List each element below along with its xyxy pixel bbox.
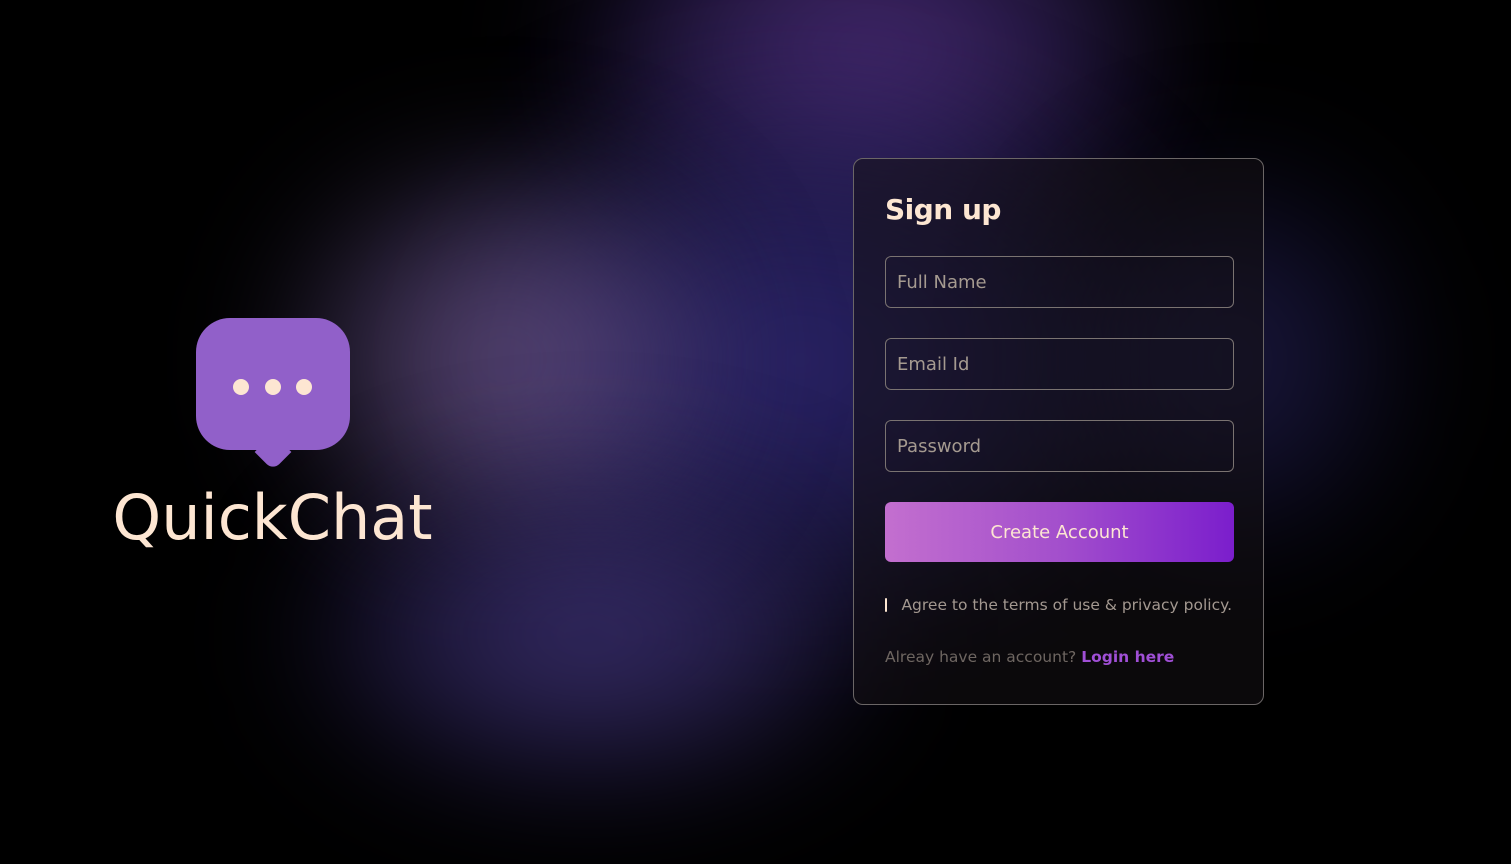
signup-title: Sign up — [885, 193, 1001, 226]
full-name-input[interactable] — [885, 256, 1234, 308]
login-prompt-row: Alreay have an account? Login here — [885, 648, 1232, 666]
terms-agreement-row: Agree to the terms of use & privacy poli… — [885, 596, 1232, 614]
signup-card: Sign up Create Account Agree to the term… — [853, 158, 1264, 705]
terms-label: Agree to the terms of use & privacy poli… — [901, 596, 1232, 614]
terms-checkbox[interactable] — [885, 598, 888, 612]
create-account-button[interactable]: Create Account — [885, 502, 1234, 562]
login-here-link[interactable]: Login here — [1081, 648, 1174, 666]
brand-name: QuickChat — [112, 481, 433, 554]
typing-dot — [264, 379, 281, 395]
password-input[interactable] — [885, 420, 1234, 472]
brand-block: QuickChat — [110, 318, 435, 549]
login-prompt-text: Alreay have an account? — [885, 648, 1077, 666]
page-background: QuickChat Sign up Create Account Agree t… — [0, 0, 1511, 864]
email-input[interactable] — [885, 338, 1234, 390]
typing-dot — [295, 379, 312, 395]
chat-bubble-icon — [195, 318, 350, 473]
typing-dot — [232, 379, 249, 395]
